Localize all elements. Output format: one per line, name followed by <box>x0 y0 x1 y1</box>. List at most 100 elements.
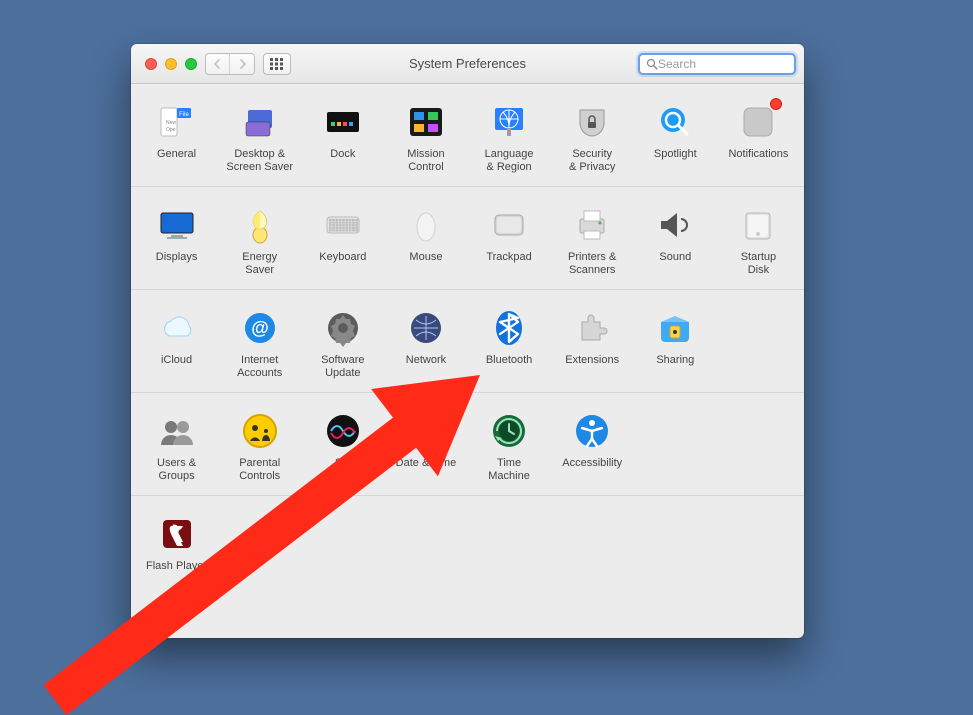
mouse-icon <box>406 205 446 245</box>
software-icon <box>323 308 363 348</box>
pref-sound[interactable]: Sound <box>634 201 717 279</box>
pref-language[interactable]: Language & Region <box>468 98 551 176</box>
startup-icon <box>738 205 778 245</box>
pref-accessibility[interactable]: Accessibility <box>551 407 634 485</box>
pref-siri[interactable]: Siri <box>301 407 384 485</box>
pref-displays[interactable]: Displays <box>135 201 218 279</box>
pref-startup[interactable]: Startup Disk <box>717 201 800 279</box>
pref-label: Startup Disk <box>741 251 776 277</box>
network-icon <box>406 308 446 348</box>
pref-datetime[interactable]: 18 Date & Time <box>384 407 467 485</box>
pref-trackpad[interactable]: Trackpad <box>468 201 551 279</box>
pref-label: iCloud <box>161 354 192 367</box>
pref-label: Mission Control <box>407 148 444 174</box>
spotlight-icon <box>655 102 695 142</box>
pref-label: Trackpad <box>486 251 531 264</box>
pref-flash[interactable]: Flash Player <box>135 510 218 575</box>
language-icon <box>489 102 529 142</box>
icloud-icon <box>157 308 197 348</box>
pref-desktop[interactable]: Desktop & Screen Saver <box>218 98 301 176</box>
pref-row-1: Displays Energy Saver Keyboard Mouse Tra… <box>131 187 804 290</box>
pref-label: Dock <box>330 148 355 161</box>
accessibility-icon <box>572 411 612 451</box>
pref-spotlight[interactable]: Spotlight <box>634 98 717 176</box>
svg-text:18: 18 <box>431 436 439 443</box>
displays-icon <box>157 205 197 245</box>
pref-icloud[interactable]: iCloud <box>135 304 218 382</box>
printers-icon <box>572 205 612 245</box>
chevron-left-icon <box>213 59 222 69</box>
minimize-window-button[interactable] <box>165 58 177 70</box>
pref-label: Parental Controls <box>239 457 280 483</box>
notification-badge <box>770 98 782 110</box>
pref-label: Notifications <box>728 148 788 161</box>
parental-icon <box>240 411 280 451</box>
pref-label: Desktop & Screen Saver <box>226 148 293 174</box>
pref-label: Accessibility <box>562 457 622 470</box>
zoom-window-button[interactable] <box>185 58 197 70</box>
trackpad-icon <box>489 205 529 245</box>
close-window-button[interactable] <box>145 58 157 70</box>
keyboard-icon <box>323 205 363 245</box>
pref-row-4: Flash Player <box>131 496 804 585</box>
pref-label: Displays <box>156 251 198 264</box>
pref-notifications[interactable]: Notifications <box>717 98 800 176</box>
siri-icon <box>323 411 363 451</box>
system-preferences-window: System Preferences File New OpeGeneral D… <box>131 44 804 638</box>
pref-label: Date & Time <box>396 457 457 470</box>
flash-icon <box>157 514 197 554</box>
pref-label: Time Machine <box>488 457 530 483</box>
pref-sharing[interactable]: Sharing <box>634 304 717 382</box>
pref-keyboard[interactable]: Keyboard <box>301 201 384 279</box>
search-input[interactable] <box>658 57 788 71</box>
chevron-right-icon <box>238 59 247 69</box>
nav-back-forward <box>205 53 255 75</box>
users-icon <box>157 411 197 451</box>
search-field-wrapper[interactable] <box>638 53 796 75</box>
general-icon: File New Ope <box>157 102 197 142</box>
pref-timemachine[interactable]: Time Machine <box>468 407 551 485</box>
pref-internet[interactable]: @ Internet Accounts <box>218 304 301 382</box>
forward-button[interactable] <box>230 54 254 74</box>
sharing-icon <box>655 308 695 348</box>
pref-general[interactable]: File New OpeGeneral <box>135 98 218 176</box>
internet-icon: @ <box>240 308 280 348</box>
pref-label: Network <box>406 354 446 367</box>
pref-label: Mouse <box>409 251 442 264</box>
show-all-button[interactable] <box>263 53 291 75</box>
svg-text:New: New <box>166 120 176 126</box>
pref-users[interactable]: Users & Groups <box>135 407 218 485</box>
mission-icon <box>406 102 446 142</box>
pref-label: Bluetooth <box>486 354 532 367</box>
datetime-icon: 18 <box>406 411 446 451</box>
back-button[interactable] <box>206 54 230 74</box>
extensions-icon <box>572 308 612 348</box>
pref-network[interactable]: Network <box>384 304 467 382</box>
pref-row-3: Users & Groups Parental Controls Siri 18… <box>131 393 804 496</box>
pref-label: Flash Player <box>146 560 207 573</box>
pref-security[interactable]: Security & Privacy <box>551 98 634 176</box>
pref-software[interactable]: Software Update <box>301 304 384 382</box>
pref-bluetooth[interactable]: Bluetooth <box>468 304 551 382</box>
toolbar: System Preferences <box>131 44 804 84</box>
pref-row-0: File New OpeGeneral Desktop & Screen Sav… <box>131 84 804 187</box>
svg-text:@: @ <box>251 318 269 338</box>
search-icon <box>646 58 658 70</box>
dock-icon <box>323 102 363 142</box>
desktop-icon <box>240 102 280 142</box>
pref-mission[interactable]: Mission Control <box>384 98 467 176</box>
pref-printers[interactable]: Printers & Scanners <box>551 201 634 279</box>
pref-label: Sharing <box>656 354 694 367</box>
pref-dock[interactable]: Dock <box>301 98 384 176</box>
pref-label: Internet Accounts <box>237 354 282 380</box>
security-icon <box>572 102 612 142</box>
pref-row-2: iCloud @ Internet Accounts Software Updat… <box>131 290 804 393</box>
energy-icon <box>240 205 280 245</box>
pref-label: Energy Saver <box>242 251 277 277</box>
pref-parental[interactable]: Parental Controls <box>218 407 301 485</box>
pref-label: Security & Privacy <box>569 148 615 174</box>
pref-mouse[interactable]: Mouse <box>384 201 467 279</box>
pref-energy[interactable]: Energy Saver <box>218 201 301 279</box>
pref-extensions[interactable]: Extensions <box>551 304 634 382</box>
timemachine-icon <box>489 411 529 451</box>
